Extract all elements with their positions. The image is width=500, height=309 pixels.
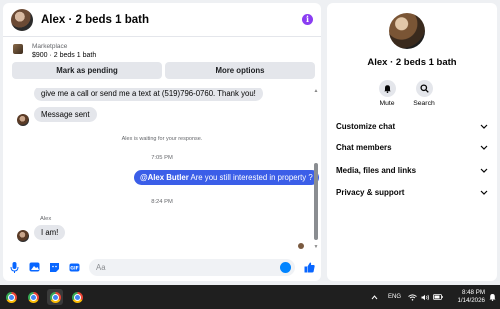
seen-indicator-avatar bbox=[298, 243, 304, 249]
chevron-down-icon bbox=[480, 168, 488, 173]
chrome-icon bbox=[71, 291, 83, 303]
wifi-icon[interactable] bbox=[408, 285, 417, 309]
menu-label: Chat members bbox=[336, 142, 392, 152]
battery-icon[interactable] bbox=[433, 285, 443, 309]
timestamp: 8:24 PM bbox=[151, 199, 173, 205]
listing-price-title[interactable]: $900 · 2 beds 1 bath bbox=[32, 52, 312, 59]
chevron-down-icon bbox=[480, 145, 488, 150]
tray-overflow-chevron-icon[interactable] bbox=[371, 285, 378, 309]
chat-header: Alex · 2 beds 1 bath i bbox=[3, 3, 321, 37]
scroll-up-arrow[interactable]: ▲ bbox=[313, 88, 319, 94]
system-clock[interactable]: 8:48 PM 1/14/2026 bbox=[445, 289, 485, 305]
incoming-message[interactable]: I am! bbox=[34, 225, 66, 240]
outgoing-message-text: Are you still interested in property ? bbox=[188, 173, 313, 182]
composer: GIF Aa bbox=[3, 253, 321, 281]
mark-as-pending-button[interactable]: Mark as pending bbox=[12, 62, 162, 79]
menu-media-files-links[interactable]: Media, files and links bbox=[336, 160, 488, 180]
notification-bell-icon[interactable] bbox=[489, 285, 496, 309]
scroll-down-arrow[interactable]: ▼ bbox=[313, 244, 319, 250]
taskbar: ENG 8:48 PM 1/14/2026 bbox=[0, 285, 500, 309]
chat-title[interactable]: Alex · 2 beds 1 bath bbox=[41, 14, 149, 26]
contact-avatar[interactable] bbox=[17, 230, 29, 242]
message-input-placeholder: Aa bbox=[96, 262, 106, 272]
chevron-down-icon bbox=[480, 124, 488, 129]
menu-label: Privacy & support bbox=[336, 187, 405, 197]
conversation-name: Alex · 2 beds 1 bath bbox=[367, 57, 457, 68]
svg-text:GIF: GIF bbox=[70, 265, 78, 271]
more-options-button[interactable]: More options bbox=[165, 62, 315, 79]
message-list[interactable]: give me a call or send me a text at (519… bbox=[3, 88, 321, 250]
thumbs-up-icon[interactable] bbox=[304, 262, 315, 273]
taskbar-app-chrome-active[interactable] bbox=[47, 289, 63, 305]
system-notice: Alex is waiting for your response. bbox=[121, 136, 203, 142]
search-label: Search bbox=[413, 100, 435, 107]
menu-chat-members[interactable]: Chat members bbox=[336, 137, 488, 157]
taskbar-app-chrome[interactable] bbox=[69, 289, 85, 305]
language-indicator[interactable]: ENG bbox=[388, 285, 401, 309]
image-icon[interactable] bbox=[29, 262, 40, 273]
gif-icon[interactable]: GIF bbox=[69, 262, 80, 273]
marketplace-label: Marketplace bbox=[32, 43, 68, 50]
microphone-icon[interactable] bbox=[9, 261, 20, 273]
outgoing-message[interactable]: @Alex Butler Are you still interested in… bbox=[134, 170, 319, 185]
listing-card: Marketplace $900 · 2 beds 1 bath Mark as… bbox=[3, 37, 321, 87]
clock-time: 8:48 PM bbox=[461, 289, 485, 296]
menu-privacy-support[interactable]: Privacy & support bbox=[336, 182, 488, 202]
emoji-icon[interactable] bbox=[280, 261, 291, 273]
sticker-icon[interactable] bbox=[49, 262, 60, 273]
sender-name: Alex bbox=[40, 216, 52, 222]
profile-avatar[interactable] bbox=[389, 13, 425, 49]
mention[interactable]: @Alex Butler bbox=[140, 173, 189, 182]
menu-customize-chat[interactable]: Customize chat bbox=[336, 116, 488, 136]
listing-thumbnail[interactable] bbox=[13, 44, 23, 54]
chrome-icon bbox=[5, 291, 17, 303]
incoming-message[interactable]: give me a call or send me a text at (519… bbox=[34, 88, 263, 101]
timestamp: 7:05 PM bbox=[151, 155, 173, 161]
taskbar-app-chrome[interactable] bbox=[25, 289, 41, 305]
avatar[interactable] bbox=[11, 8, 33, 31]
chrome-icon bbox=[27, 291, 39, 303]
taskbar-app-chrome[interactable] bbox=[3, 289, 19, 305]
mute-button[interactable]: Mute bbox=[367, 80, 407, 107]
chat-panel: Alex · 2 beds 1 bath i Marketplace $900 … bbox=[3, 3, 321, 281]
chrome-icon bbox=[49, 291, 61, 303]
conversation-details-panel: Alex · 2 beds 1 bath Mute Search Customi… bbox=[327, 3, 497, 281]
menu-label: Customize chat bbox=[336, 121, 396, 131]
mute-label: Mute bbox=[379, 100, 395, 107]
incoming-message[interactable]: Message sent bbox=[34, 107, 97, 122]
contact-avatar[interactable] bbox=[17, 114, 29, 126]
scrollbar[interactable]: ▲ ▼ bbox=[313, 88, 319, 250]
info-icon[interactable]: i bbox=[302, 14, 313, 25]
scroll-thumb[interactable] bbox=[314, 163, 318, 240]
message-input[interactable]: Aa bbox=[89, 258, 295, 276]
bell-icon bbox=[378, 80, 396, 97]
speaker-icon[interactable] bbox=[421, 285, 430, 309]
clock-date: 1/14/2026 bbox=[457, 297, 485, 304]
chevron-down-icon bbox=[480, 190, 488, 195]
menu-label: Media, files and links bbox=[336, 165, 417, 175]
search-button[interactable]: Search bbox=[404, 80, 444, 107]
search-icon bbox=[415, 80, 433, 97]
